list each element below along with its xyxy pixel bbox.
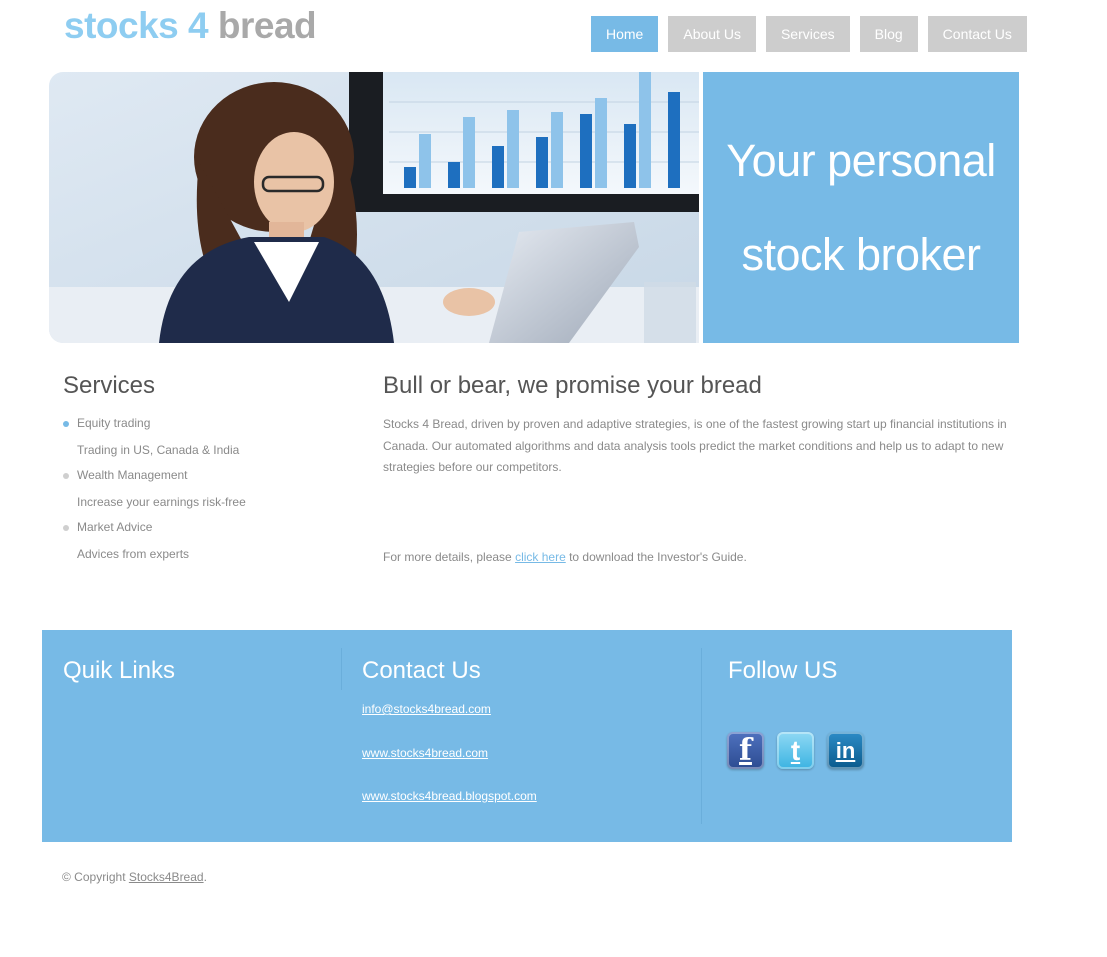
service-item: Wealth Management Increase your earnings… xyxy=(63,468,353,510)
intro-heading: Bull or bear, we promise your bread xyxy=(383,372,762,399)
service-item: Market Advice Advices from experts xyxy=(63,520,353,562)
facebook-icon[interactable]: f xyxy=(727,732,764,769)
nav-services[interactable]: Services xyxy=(765,16,850,52)
services-title: Services xyxy=(63,372,156,399)
investor-guide-link[interactable]: click here xyxy=(515,550,566,564)
nav-blog[interactable]: Blog xyxy=(859,16,918,52)
service-description: Increase your earnings risk-free xyxy=(77,495,246,509)
nav-contact-us[interactable]: Contact Us xyxy=(927,16,1027,52)
quick-links-title: Quik Links xyxy=(63,657,176,684)
footer-divider xyxy=(701,648,702,824)
copyright-link[interactable]: Stocks4Bread xyxy=(129,870,204,884)
site-logo[interactable]: stocks 4 bread xyxy=(64,4,317,48)
follow-title: Follow US xyxy=(728,657,838,684)
bullet-icon xyxy=(63,525,69,531)
nav-about-us[interactable]: About Us xyxy=(668,16,756,52)
copyright-prefix: © Copyright xyxy=(62,870,129,884)
hero-tagline-line1: Your personal xyxy=(726,135,996,186)
service-title: Wealth Management xyxy=(77,468,188,482)
twitter-icon[interactable]: t xyxy=(777,732,814,769)
service-item: Equity trading Trading in US, Canada & I… xyxy=(63,416,353,458)
hero-tagline-panel: Your personal stock broker xyxy=(703,72,1019,343)
more-details-text: For more details, please click here to d… xyxy=(383,550,747,564)
services-list: Equity trading Trading in US, Canada & I… xyxy=(63,416,353,562)
hero-tagline: Your personal stock broker xyxy=(711,137,1011,278)
contact-title: Contact Us xyxy=(362,657,481,684)
logo-text-primary: stocks 4 xyxy=(64,5,209,46)
hero-illustration xyxy=(49,72,699,343)
main-nav: Home About Us Services Blog Contact Us xyxy=(591,16,1027,52)
more-details-suffix: to download the Investor's Guide. xyxy=(565,550,747,564)
hero-tagline-line2: stock broker xyxy=(741,229,981,280)
copyright: © Copyright Stocks4Bread. xyxy=(62,870,207,884)
social-links: f t in xyxy=(727,732,864,769)
logo-text-secondary: bread xyxy=(217,5,317,46)
contact-email-link[interactable]: info@stocks4bread.com xyxy=(362,702,491,716)
more-details-prefix: For more details, please xyxy=(383,550,516,564)
footer-divider xyxy=(341,648,342,690)
bullet-icon xyxy=(63,473,69,479)
nav-home[interactable]: Home xyxy=(591,16,659,52)
linkedin-icon[interactable]: in xyxy=(827,732,864,769)
services-section: Services Equity trading Trading in US, C… xyxy=(63,372,353,572)
service-title: Market Advice xyxy=(77,520,153,534)
footer-band: Quik Links Contact Us info@stocks4bread.… xyxy=(42,630,1012,842)
copyright-suffix: . xyxy=(203,870,207,884)
service-title: Equity trading xyxy=(77,416,151,430)
bullet-icon xyxy=(63,421,69,427)
contact-website-link[interactable]: www.stocks4bread.com xyxy=(362,746,488,760)
service-description: Advices from experts xyxy=(77,547,190,561)
intro-body: Stocks 4 Bread, driven by proven and ada… xyxy=(383,417,1007,474)
contact-blog-link[interactable]: www.stocks4bread.blogspot.com xyxy=(362,789,537,803)
hero-image xyxy=(49,72,699,343)
service-description: Trading in US, Canada & India xyxy=(77,443,240,457)
intro-section: Bull or bear, we promise your bread Stoc… xyxy=(383,372,1008,564)
